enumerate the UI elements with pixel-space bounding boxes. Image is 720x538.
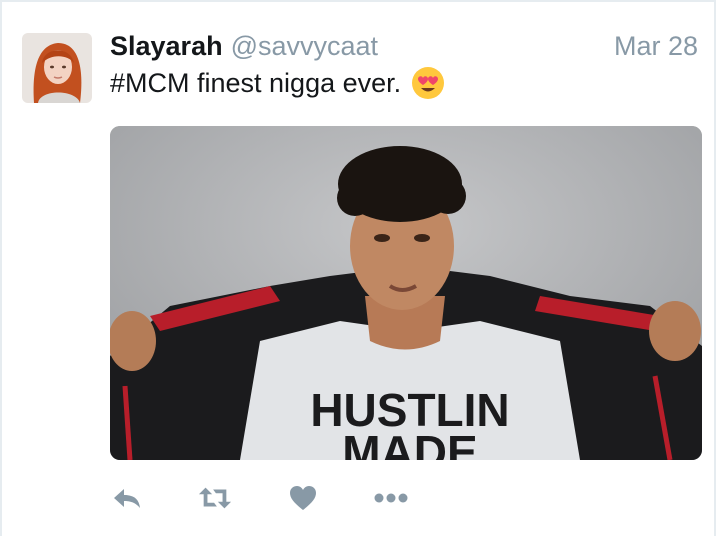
tweet-card[interactable]: Slayarah @savvycaat Mar 28 #MCM finest n… bbox=[0, 0, 716, 536]
like-icon[interactable] bbox=[286, 482, 320, 514]
author-name[interactable]: Slayarah bbox=[110, 31, 223, 62]
tweet-date[interactable]: Mar 28 bbox=[614, 31, 698, 62]
heart-eyes-emoji bbox=[412, 67, 445, 99]
tweet-media-image[interactable]: HUSTLIN MADE bbox=[110, 126, 702, 460]
author-handle[interactable]: @savvycaat bbox=[231, 31, 378, 62]
avatar[interactable] bbox=[22, 33, 92, 103]
reply-icon[interactable] bbox=[110, 482, 144, 514]
shirt-text-line2: MADE bbox=[342, 426, 477, 460]
more-icon[interactable] bbox=[374, 482, 408, 514]
tweet-actions bbox=[110, 482, 408, 514]
tweet-text: #MCM finest nigga ever. bbox=[110, 66, 445, 100]
retweet-icon[interactable] bbox=[198, 482, 232, 514]
tweet-header: Slayarah @savvycaat Mar 28 bbox=[110, 31, 698, 67]
tweet-text-content: #MCM finest nigga ever. bbox=[110, 67, 402, 98]
